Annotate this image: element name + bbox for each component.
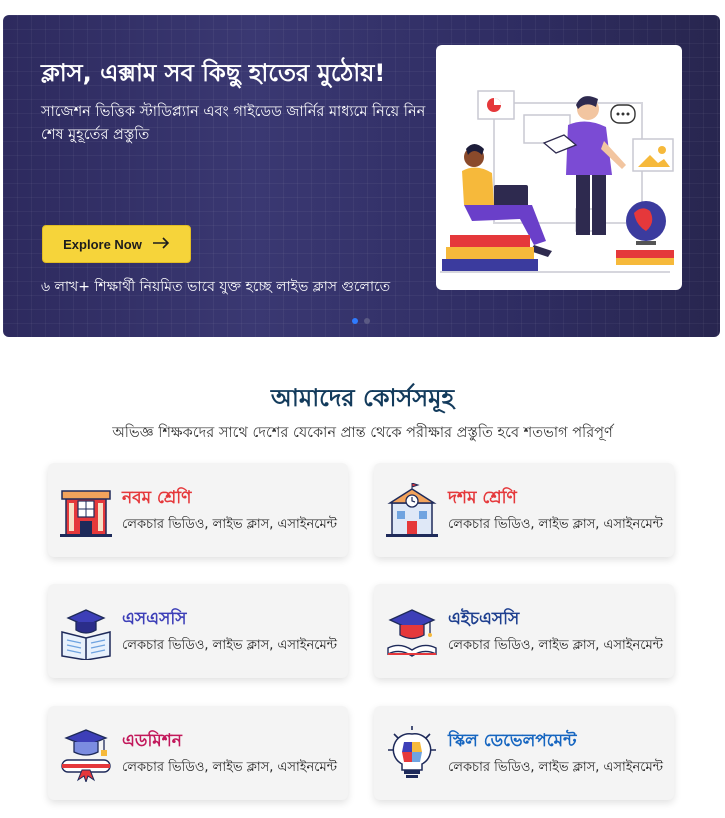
school-building-icon: [58, 483, 114, 539]
hero-illustration: [436, 45, 682, 290]
explore-now-button[interactable]: Explore Now: [42, 225, 191, 263]
hero-banner: ক্লাস, এক্সাম সব কিছু হাতের মুঠোয়! সাজে…: [3, 15, 720, 337]
course-desc: লেকচার ভিডিও, লাইভ ক্লাস, এসাইনমেন্ট: [448, 638, 663, 653]
course-card-class-nine[interactable]: নবম শ্রেণি লেকচার ভিডিও, লাইভ ক্লাস, এসা…: [48, 463, 348, 557]
arrow-right-icon: [152, 236, 170, 252]
course-title: এসএসসি: [122, 609, 187, 629]
course-desc: লেকচার ভিডিও, লাইভ ক্লাস, এসাইনমেন্ট: [122, 760, 337, 775]
explore-now-label: Explore Now: [63, 236, 142, 252]
hero-subtitle: সাজেশন ভিত্তিক স্টাডিপ্ল্যান এবং গাইডেড …: [41, 104, 426, 143]
hero-note: ৬ লাখ+ শিক্ষার্থী নিয়মিত ভাবে যুক্ত হচ্…: [41, 279, 391, 295]
graduation-book-icon: [58, 604, 114, 661]
diploma-cap-icon: [58, 726, 114, 784]
courses-title: আমাদের কোর্সসমূহ: [270, 384, 455, 412]
hero-title: ক্লাস, এক্সাম সব কিছু হাতের মুঠোয়!: [41, 59, 386, 87]
course-card-ssc[interactable]: এসএসসি লেকচার ভিডিও, লাইভ ক্লাস, এসাইনমে…: [48, 584, 348, 678]
course-card-class-ten[interactable]: দশম শ্রেণি লেকচার ভিডিও, লাইভ ক্লাস, এসা…: [374, 463, 674, 557]
course-title: এইচএসসি: [448, 609, 520, 629]
clock-school-icon: [384, 482, 440, 539]
graduation-cap-book-icon: [384, 604, 440, 660]
course-desc: লেকচার ভিডিও, লাইভ ক্লাস, এসাইনমেন্ট: [122, 517, 337, 532]
course-title: এডমিশন: [122, 731, 182, 751]
course-desc: লেকচার ভিডিও, লাইভ ক্লাস, এসাইনমেন্ট: [448, 517, 663, 532]
carousel-dot[interactable]: [364, 318, 370, 324]
course-card-admission[interactable]: এডমিশন লেকচার ভিডিও, লাইভ ক্লাস, এসাইনমে…: [48, 706, 348, 800]
course-card-hsc[interactable]: এইচএসসি লেকচার ভিডিও, লাইভ ক্লাস, এসাইনম…: [374, 584, 674, 678]
course-title: দশম শ্রেণি: [448, 488, 517, 508]
course-title: স্কিল ডেভেলপমেন্ট: [448, 731, 577, 751]
lightbulb-puzzle-icon: [384, 726, 440, 782]
carousel-dot-active[interactable]: [352, 318, 358, 324]
carousel-dots[interactable]: [352, 318, 370, 324]
course-desc: লেকচার ভিডিও, লাইভ ক্লাস, এসাইনমেন্ট: [122, 638, 337, 653]
courses-subtitle: অভিজ্ঞ শিক্ষকদের সাথে দেশের যেকোন প্রান্…: [112, 425, 613, 441]
course-desc: লেকচার ভিডিও, লাইভ ক্লাস, এসাইনমেন্ট: [448, 760, 663, 775]
course-card-skill-development[interactable]: স্কিল ডেভেলপমেন্ট লেকচার ভিডিও, লাইভ ক্ল…: [374, 706, 674, 800]
course-title: নবম শ্রেণি: [122, 488, 192, 508]
